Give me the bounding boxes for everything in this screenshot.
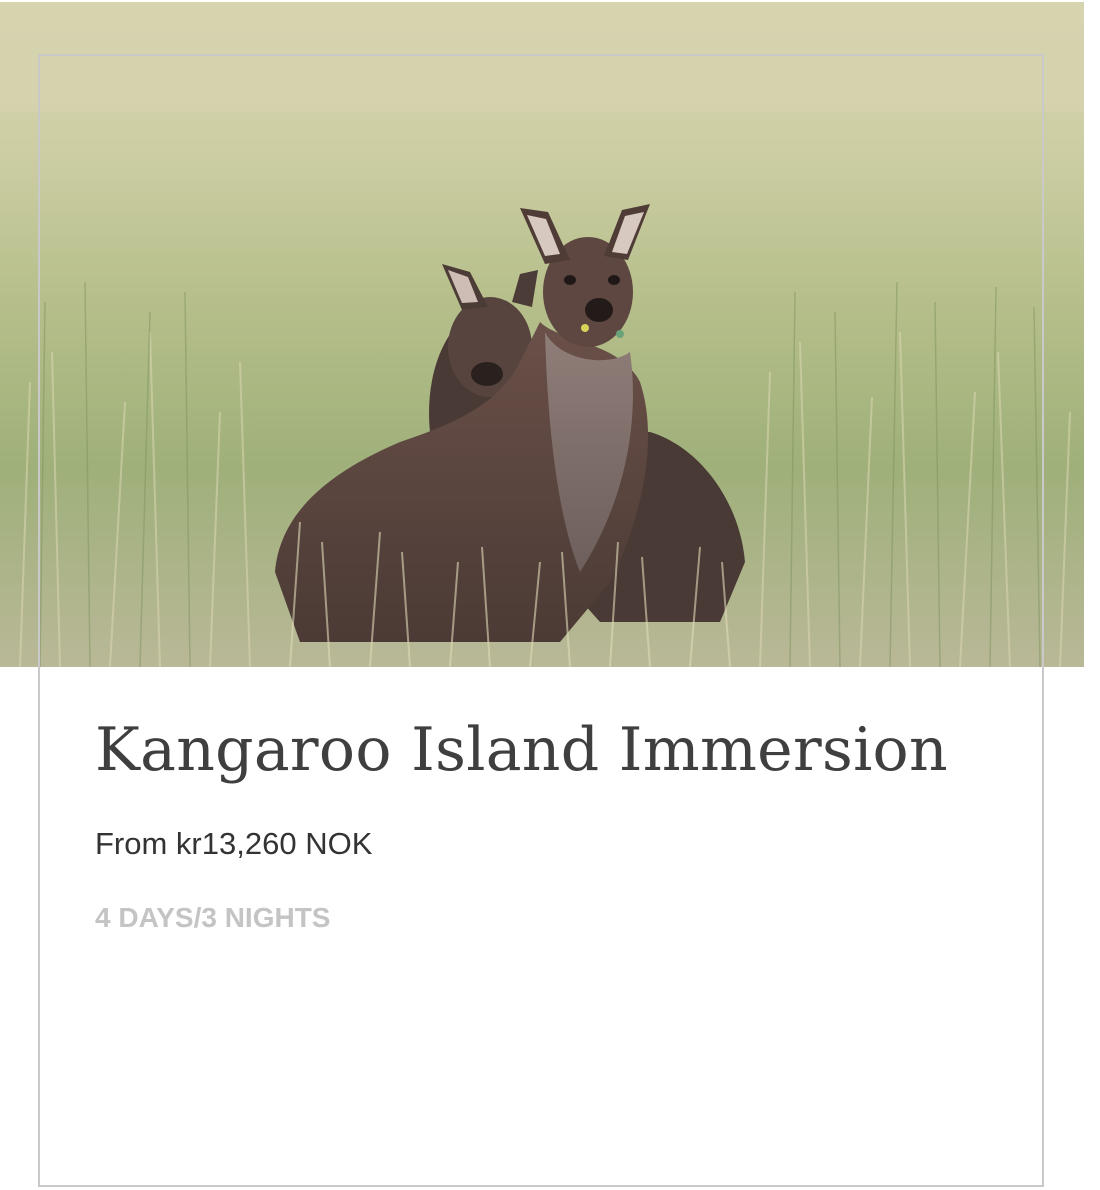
tour-price: From kr13,260 NOK: [95, 826, 373, 861]
tour-card-photo[interactable]: [0, 2, 1084, 667]
tour-card-page: Kangaroo Island Immersion From kr13,260 …: [0, 0, 1100, 1190]
kangaroo-photo-illustration: [0, 2, 1084, 667]
tour-duration: 4 DAYS/3 NIGHTS: [95, 902, 331, 933]
tour-title[interactable]: Kangaroo Island Immersion: [95, 712, 948, 788]
